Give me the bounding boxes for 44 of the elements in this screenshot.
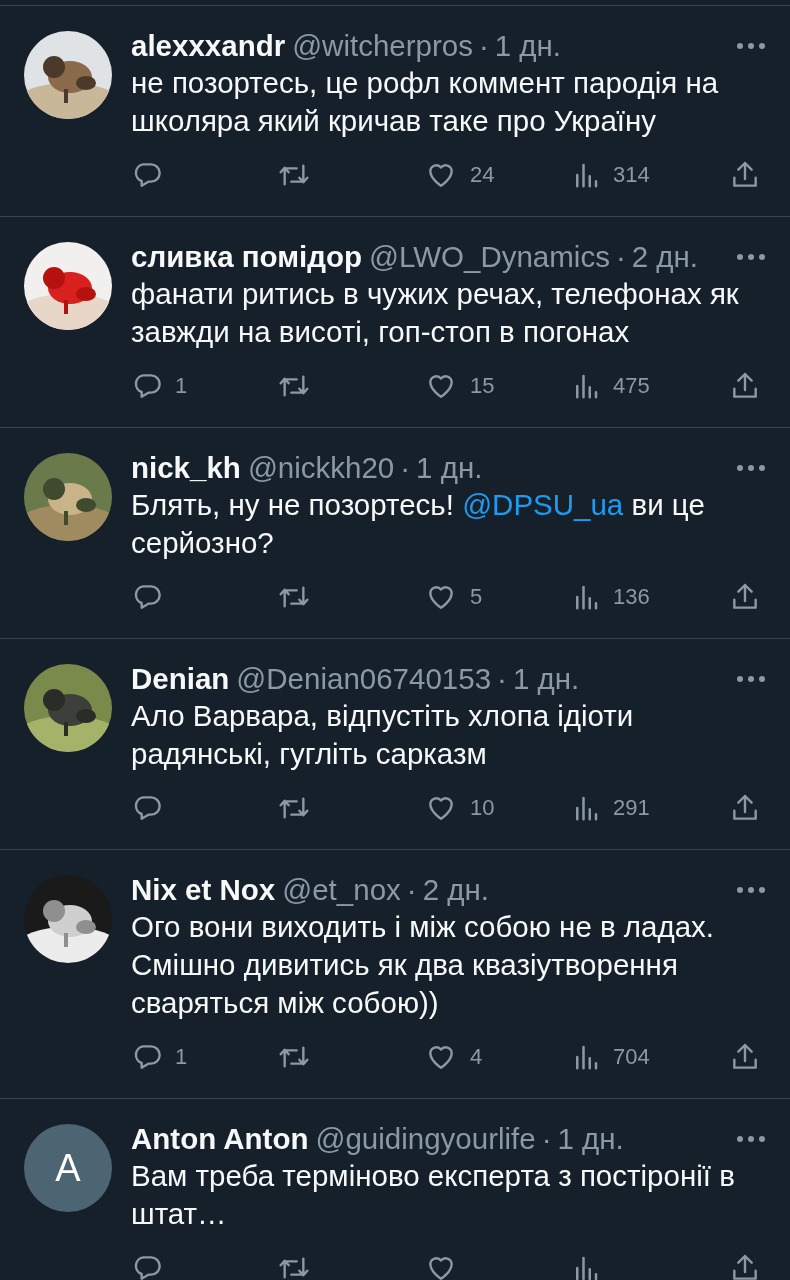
user-name[interactable]: Anton Anton bbox=[131, 1122, 309, 1156]
like-count: 5 bbox=[470, 584, 483, 610]
view-count: 291 bbox=[613, 795, 650, 821]
mention-link[interactable]: @DPSU_ua bbox=[462, 488, 624, 521]
timestamp: 1 дн. bbox=[494, 29, 562, 63]
reply-count: 1 bbox=[175, 1044, 188, 1070]
separator-dot: · bbox=[497, 662, 507, 696]
separator-dot: · bbox=[478, 29, 489, 63]
user-name[interactable]: Denian bbox=[131, 662, 230, 696]
like-count: 4 bbox=[470, 1044, 483, 1070]
reply-text: Ало Варвара, відпустіть хлопа ідіоти радянські, гугліть сарказм bbox=[131, 698, 635, 772]
user-handle[interactable]: @witcherpros bbox=[292, 29, 473, 63]
reply-count: 1 bbox=[175, 373, 188, 399]
separator-dot: · bbox=[406, 873, 417, 907]
user-handle[interactable]: @Denian06740153 bbox=[236, 662, 492, 696]
reply-text: Вам треба терміново експерта з постіронії в штат… bbox=[131, 1158, 736, 1232]
user-handle[interactable]: @nickkh20 bbox=[247, 451, 395, 485]
user-handle[interactable]: @LWO_Dynamics bbox=[369, 240, 610, 274]
user-name[interactable]: nick_kh bbox=[131, 451, 241, 485]
reply-text: Блять, ну не позортесь! @DPSU_ua ви це серйозно? bbox=[131, 487, 706, 561]
view-count: 475 bbox=[613, 373, 650, 399]
timestamp: 2 дн. bbox=[422, 873, 489, 907]
reply-text: не позортесь, це рофл коммент пародія на школяра який кричав таке про Україну bbox=[131, 65, 720, 139]
timestamp: 1 дн. bbox=[512, 662, 580, 696]
like-count: 10 bbox=[470, 795, 495, 821]
reply-text: Ого вони виходить і між собою не в ладах. Смішно дивитись як два квазіутворення сваряться між собою)) bbox=[131, 909, 716, 1021]
timestamp: 1 дн. bbox=[416, 451, 483, 485]
view-count: 314 bbox=[613, 162, 650, 188]
separator-dot: · bbox=[400, 451, 411, 485]
like-count: 15 bbox=[470, 373, 495, 399]
separator-dot: · bbox=[541, 1122, 552, 1156]
user-handle[interactable]: @guidingyourlife bbox=[315, 1122, 536, 1156]
user-handle[interactable]: @et_nox bbox=[282, 873, 401, 907]
view-count: 136 bbox=[613, 584, 650, 610]
user-name[interactable]: alexxxandr bbox=[131, 29, 286, 63]
timestamp: 1 дн. bbox=[557, 1122, 624, 1156]
view-count: 704 bbox=[613, 1044, 650, 1070]
reply-text: фанати ритись в чужих речах, телефонах як завжди на висоті, гоп-стоп в погонах bbox=[131, 276, 740, 350]
timestamp: 2 дн. bbox=[631, 240, 699, 274]
user-name[interactable]: сливка помідор bbox=[131, 240, 363, 274]
like-count: 24 bbox=[470, 162, 495, 188]
avatar[interactable]: A bbox=[24, 1124, 112, 1212]
user-name[interactable]: Nix et Nox bbox=[131, 873, 276, 907]
separator-dot: · bbox=[615, 240, 626, 274]
